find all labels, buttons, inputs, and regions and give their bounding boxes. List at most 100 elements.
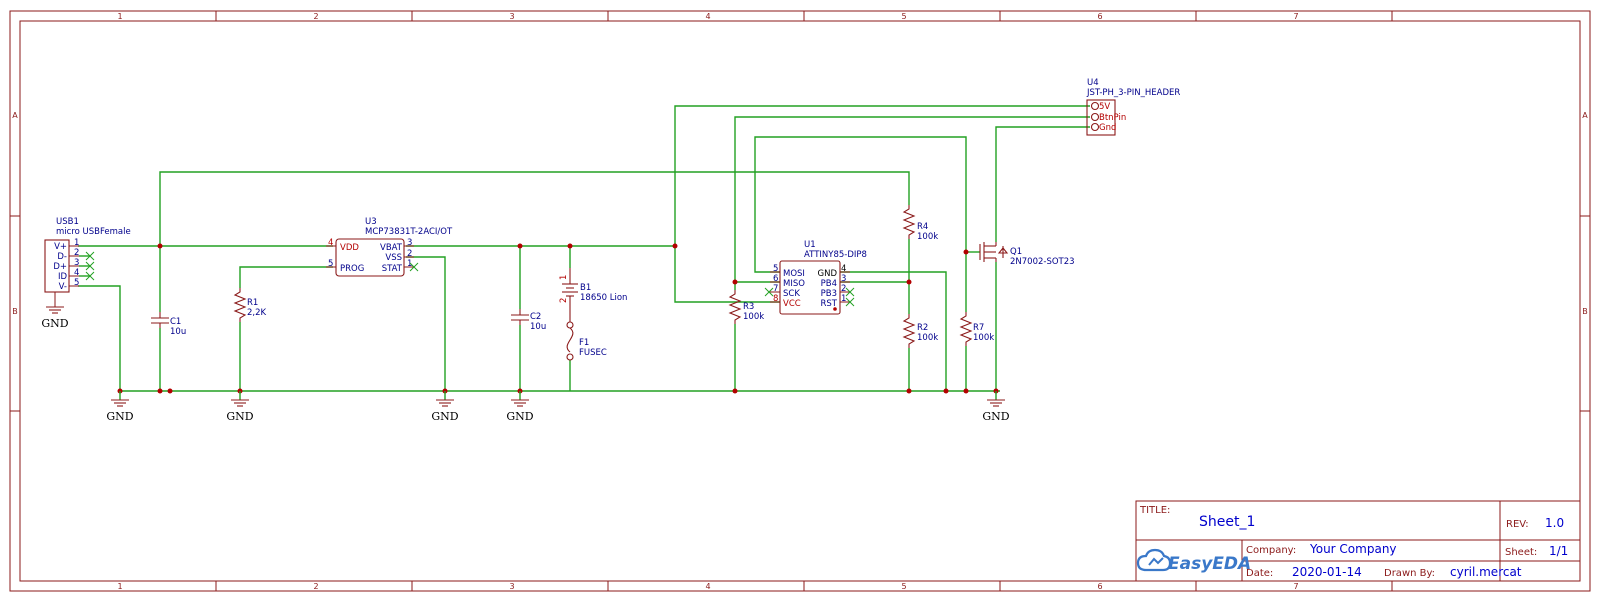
b1-value: 18650 Lion (580, 293, 627, 303)
col-label-3-bottom: 3 (509, 582, 514, 591)
u1-pin-num-3: 3 (841, 274, 846, 284)
u3-pin-prog: PROG (340, 264, 364, 274)
ground-symbols: GND GND GND GND GND GND (41, 306, 1010, 423)
usb1-pin-dplus: D+ (53, 262, 67, 272)
q1-ref: Q1 (1010, 247, 1022, 257)
gnd-label-r1: GND (226, 410, 253, 423)
r7-ref: R7 (973, 323, 984, 333)
r3-value: 100k (743, 312, 764, 322)
usb1-pin-id: ID (58, 272, 68, 282)
company-value: Your Company (1309, 542, 1397, 556)
u3-pin-vss: VSS (385, 253, 402, 263)
u1-pin-num-5: 5 (773, 264, 778, 274)
u1-pin-num-2: 2 (841, 284, 846, 294)
r2-resistor: R2 100k (902, 314, 938, 348)
b1-ref: B1 (580, 283, 591, 293)
col-label-2-bottom: 2 (313, 582, 318, 591)
col-label-2: 2 (313, 12, 318, 21)
gnd-symbol-c1: GND (106, 391, 134, 423)
drawn-by-value: cyril.mercat (1450, 565, 1522, 579)
u1-pin-sck: SCK (783, 289, 800, 299)
r4-ref: R4 (917, 222, 928, 232)
drawn-by-label: Drawn By: (1384, 568, 1435, 579)
u3-pin-num-3: 3 (407, 238, 412, 248)
q1-mosfet: Q1 2N7002-SOT23 (979, 242, 1075, 267)
u1-pin-gnd: GND (818, 269, 838, 279)
u1-pin-num-1: 1 (841, 294, 846, 304)
gnd-symbol-q1: GND (982, 391, 1010, 423)
usb1-pin-num-5: 5 (74, 278, 79, 288)
c2-capacitor: C2 10u (511, 309, 546, 332)
gnd-symbol-c2: GND (506, 391, 534, 423)
c2-ref: C2 (530, 312, 541, 322)
gnd-label-c2: GND (506, 410, 533, 423)
col-label-5: 5 (901, 12, 906, 21)
u1-pin-pb3: PB3 (821, 289, 837, 299)
u3-pin-num-2: 2 (407, 249, 412, 259)
u4-header: U4 JST-PH_3-PIN_HEADER 5V BtnPin Gnd (1086, 78, 1180, 136)
row-label-a-right: A (1582, 111, 1588, 120)
u1-pin-vcc: VCC (783, 299, 801, 309)
gnd-symbol-r1: GND (226, 391, 254, 423)
usb1-pin-num-2: 2 (74, 248, 79, 258)
u4-value: JST-PH_3-PIN_HEADER (1086, 88, 1180, 98)
usb1-connector: USB1 micro USBFemale V+ D- D+ ID V- 1 2 … (44, 217, 131, 307)
u3-value: MCP73831T-2ACI/OT (365, 227, 453, 237)
gnd-label-usb: GND (41, 317, 68, 330)
title-label: TITLE: (1139, 505, 1170, 516)
r7-value: 100k (973, 333, 994, 343)
u1-pin-num-7: 7 (773, 284, 778, 294)
u3-pin-num-5: 5 (328, 259, 333, 269)
usb1-ref: USB1 (56, 217, 79, 227)
col-label-3: 3 (509, 12, 514, 21)
b1-pin-2: 2 (559, 298, 569, 303)
col-label-6-bottom: 6 (1097, 582, 1102, 591)
r4-value: 100k (917, 232, 938, 242)
gnd-label-c1: GND (106, 410, 133, 423)
company-label: Company: (1246, 545, 1296, 556)
rev-value: 1.0 (1545, 516, 1564, 530)
sheet-value: 1/1 (1549, 544, 1568, 558)
c1-ref: C1 (170, 317, 181, 327)
easyeda-logo: EasyEDA (1136, 548, 1251, 574)
gnd-label-q1: GND (982, 410, 1009, 423)
gnd-symbol-usb: GND (41, 306, 69, 330)
r7-resistor: R7 100k (959, 312, 994, 346)
col-label-7-bottom: 7 (1293, 582, 1298, 591)
u1-pin-num-6: 6 (773, 274, 778, 284)
r1-value: 2,2K (247, 308, 267, 318)
col-label-4: 4 (705, 12, 710, 21)
col-label-7: 7 (1293, 12, 1298, 21)
usb1-value: micro USBFemale (56, 227, 131, 237)
col-label-1: 1 (117, 12, 122, 21)
f1-value: FUSEC (579, 348, 607, 358)
q1-value: 2N7002-SOT23 (1010, 257, 1075, 267)
rev-label: REV: (1506, 519, 1529, 530)
u1-value: ATTINY85-DIP8 (804, 250, 867, 260)
c2-value: 10u (530, 322, 546, 332)
usb1-pin-dminus: D- (57, 252, 67, 262)
u1-pin-num-4: 4 (841, 264, 846, 274)
sheet-label: Sheet: (1505, 547, 1537, 558)
u1-ref: U1 (804, 240, 816, 250)
schematic-canvas: A B A B 1 2 3 4 5 6 7 1 2 3 4 5 6 7 USB1… (9, 10, 1591, 592)
usb1-pin-num-4: 4 (74, 268, 79, 278)
r4-resistor: R4 100k (902, 205, 938, 242)
usb1-pin-num-3: 3 (74, 258, 79, 268)
col-label-5-bottom: 5 (901, 582, 906, 591)
r2-ref: R2 (917, 323, 928, 333)
u4-pin-gnd: Gnd (1099, 123, 1116, 133)
row-label-b-right: B (1582, 307, 1588, 316)
schematic-sheet: A B A B 1 2 3 4 5 6 7 1 2 3 4 5 6 7 USB1… (0, 0, 1600, 601)
u1-pin-miso: MISO (783, 279, 805, 289)
c1-value: 10u (170, 327, 186, 337)
u3-pin-vdd: VDD (340, 243, 359, 253)
row-label-a: A (12, 111, 18, 120)
gnd-symbol-u3: GND (431, 391, 459, 423)
col-label-4-bottom: 4 (705, 582, 710, 591)
u1-pin-num-8: 8 (773, 294, 778, 304)
c1-capacitor: C1 10u (151, 312, 186, 337)
col-label-6: 6 (1097, 12, 1102, 21)
f1-fuse: F1 FUSEC (566, 321, 607, 361)
usb1-pin-vminus: V- (59, 282, 67, 292)
